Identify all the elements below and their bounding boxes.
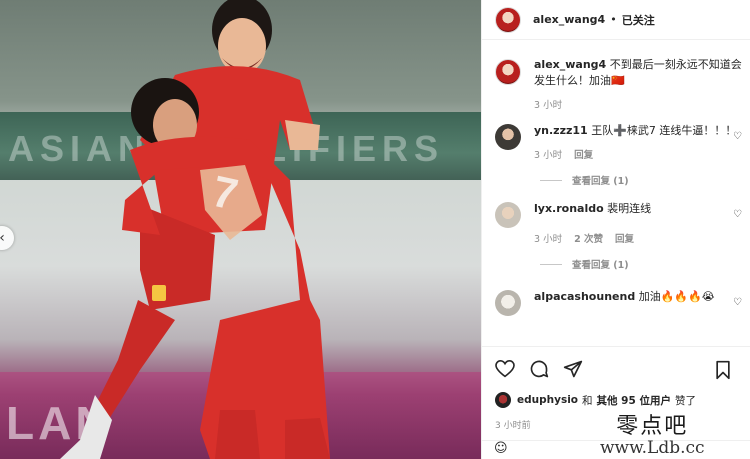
post-side-panel: alex_wang4 • 已关注 alex_wang4 不到最后一刻永远不知道会… — [481, 0, 750, 459]
comment-button[interactable] — [528, 358, 550, 380]
chevron-left-icon: ‹ — [0, 230, 5, 246]
caption-username[interactable]: alex_wang4 — [534, 58, 606, 71]
liker-avatar[interactable] — [495, 392, 511, 408]
follow-status-button[interactable]: 已关注 — [622, 12, 655, 28]
watermark-site-name: 零点吧 — [616, 414, 689, 439]
caption-time: 3 小时 — [534, 100, 563, 111]
like-button[interactable] — [494, 358, 516, 380]
post-caption: alex_wang4 不到最后一刻永远不知道会发生什么！加油🇨🇳 3 小时 — [482, 41, 750, 111]
caption-body: alex_wang4 不到最后一刻永远不知道会发生什么！加油🇨🇳 3 小时 — [534, 57, 744, 111]
comment-content: 王队➕梾武7 连线牛逼！！！ — [591, 124, 737, 137]
comment-item: yn.zzz11 王队➕梾武7 连线牛逼！！！ 3 小时 回复 ♡ — [482, 123, 750, 161]
comment-item: alpacashounend 加油🔥🔥🔥😭 ♡ — [482, 289, 750, 316]
comments-list[interactable]: alex_wang4 不到最后一刻永远不知道会发生什么！加油🇨🇳 3 小时 yn… — [482, 41, 750, 345]
comment-username[interactable]: lyx.ronaldo — [534, 202, 604, 215]
comment-item: lyx.ronaldo 裴明连线 3 小时 2 次赞 回复 ♡ — [482, 201, 750, 245]
likes-connector: 和 — [582, 394, 593, 407]
view-replies-button[interactable]: 查看回复 (1) — [540, 173, 750, 187]
likes-suffix: 赞了 — [674, 394, 696, 407]
comment-username[interactable]: yn.zzz11 — [534, 124, 588, 137]
post-header: alex_wang4 • 已关注 — [482, 0, 750, 40]
comment-content: 加油🔥🔥🔥😭 — [638, 290, 715, 303]
reply-button[interactable]: 回复 — [574, 147, 593, 161]
view-replies-label: 查看回复 (1) — [572, 260, 629, 271]
view-replies-line — [540, 179, 562, 181]
players-illustration: 7 — [60, 0, 330, 459]
smiley-icon[interactable]: ☺ — [494, 441, 508, 456]
reply-button[interactable]: 回复 — [615, 231, 634, 245]
comment-text: alpacashounend 加油🔥🔥🔥😭 — [534, 289, 744, 305]
post-photo: ASIAN QUALIFIERS LAN 7 ‹ — [0, 0, 481, 459]
post-actions-bar — [482, 346, 750, 391]
comment-time: 3 小时 — [534, 150, 563, 161]
like-comment-heart-icon[interactable]: ♡ — [733, 297, 742, 308]
commenter-avatar[interactable] — [495, 290, 521, 316]
view-replies-label: 查看回复 (1) — [572, 176, 629, 187]
comment-content: 裴明连线 — [607, 202, 652, 215]
author-username[interactable]: alex_wang4 — [533, 13, 605, 26]
comment-body: lyx.ronaldo 裴明连线 3 小时 2 次赞 回复 — [534, 201, 744, 245]
commenter-avatar[interactable] — [495, 124, 521, 150]
comment-username[interactable]: alpacashounend — [534, 290, 635, 303]
comment-text: yn.zzz11 王队➕梾武7 连线牛逼！！！ — [534, 123, 744, 139]
caption-text: alex_wang4 不到最后一刻永远不知道会发生什么！加油🇨🇳 — [534, 57, 744, 89]
like-comment-heart-icon[interactable]: ♡ — [733, 209, 742, 220]
post-timestamp[interactable]: 3 小时前 — [495, 418, 531, 431]
author-avatar[interactable] — [495, 6, 521, 33]
comment-body: yn.zzz11 王队➕梾武7 连线牛逼！！！ 3 小时 回复 — [534, 123, 744, 161]
other-likers-link[interactable]: 其他 95 位用户 — [597, 393, 671, 408]
view-replies-line — [540, 263, 562, 265]
liker-username[interactable]: eduphysio — [517, 394, 578, 406]
likes-summary: eduphysio 和 其他 95 位用户 赞了 — [495, 392, 696, 408]
like-comment-heart-icon[interactable]: ♡ — [733, 131, 742, 142]
header-separator: • — [610, 13, 617, 26]
share-button[interactable] — [562, 358, 584, 380]
bookmark-icon — [716, 360, 730, 380]
paper-plane-icon — [563, 360, 583, 378]
comment-time: 3 小时 — [534, 234, 563, 245]
heart-icon — [495, 360, 515, 378]
comment-meta: 3 小时 2 次赞 回复 — [534, 231, 744, 245]
commenter-avatar[interactable] — [495, 202, 521, 228]
site-watermark: 零点吧 www.Ldb.cc — [600, 408, 705, 458]
comment-bubble-icon — [530, 360, 549, 378]
comment-body: alpacashounend 加油🔥🔥🔥😭 — [534, 289, 744, 316]
save-button[interactable] — [712, 359, 734, 381]
watermark-url: www.Ldb.cc — [600, 438, 705, 458]
comment-text: lyx.ronaldo 裴明连线 — [534, 201, 744, 217]
caption-meta: 3 小时 — [534, 97, 744, 111]
caption-author-avatar[interactable] — [495, 59, 521, 85]
view-replies-button[interactable]: 查看回复 (1) — [540, 257, 750, 271]
comment-meta: 3 小时 回复 — [534, 147, 744, 161]
comment-like-count[interactable]: 2 次赞 — [574, 231, 603, 245]
